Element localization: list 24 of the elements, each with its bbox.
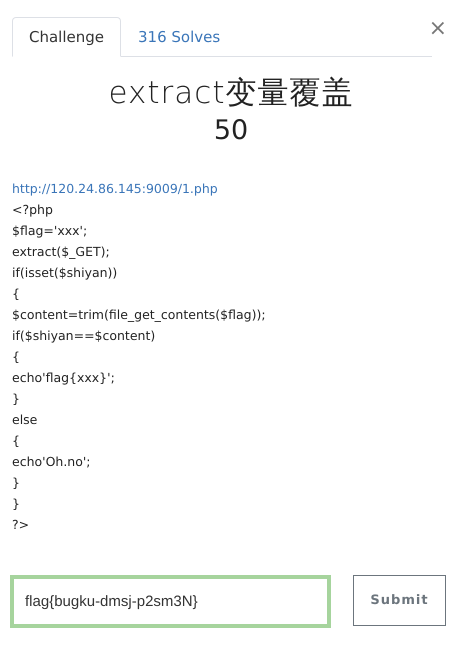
code-line: extract($_GET);	[12, 243, 110, 261]
answer-field[interactable]: flag{bugku-dmsj-p2sm3N}	[10, 575, 331, 628]
code-line: <?php	[12, 201, 53, 219]
code-line: echo'Oh.no';	[12, 453, 91, 471]
close-button[interactable]: ×	[428, 18, 447, 40]
code-line: }	[12, 495, 20, 513]
code-line: }	[12, 390, 20, 408]
code-line: {	[12, 285, 20, 303]
code-line: {	[12, 348, 20, 366]
code-line: }	[12, 474, 20, 492]
code-line: else	[12, 411, 38, 429]
challenge-link[interactable]: http://120.24.86.145:9009/1.php	[12, 179, 462, 199]
code-line: $flag='xxx';	[12, 222, 88, 240]
tab[interactable]: 316 Solves	[121, 17, 238, 57]
challenge-points: 50	[214, 114, 248, 148]
code-line: if(isset($shiyan))	[12, 264, 118, 282]
tab[interactable]: Challenge	[12, 17, 121, 57]
code-line: if($shiyan==$content)	[12, 327, 156, 345]
code-line: $content=trim(file_get_contents($flag));	[12, 306, 266, 324]
challenge-title: extract变量覆盖	[108, 74, 354, 113]
submit-button[interactable]: Submit	[353, 575, 446, 626]
code-line: {	[12, 432, 20, 450]
code-line: ?>	[12, 516, 30, 534]
code-line: echo'flag{xxx}';	[12, 369, 115, 387]
